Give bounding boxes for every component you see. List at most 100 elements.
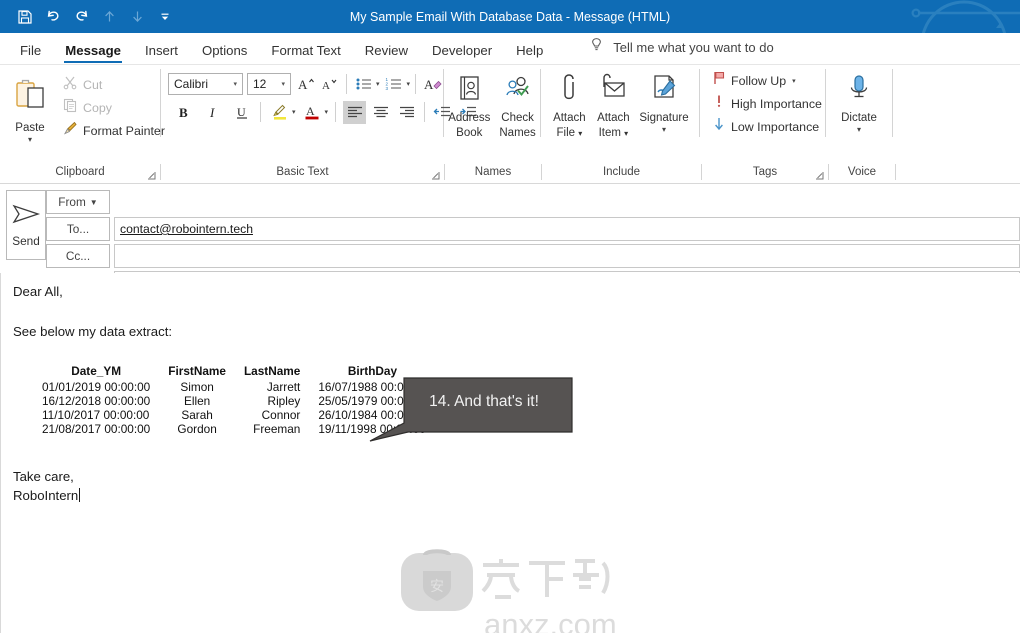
tab-format-text[interactable]: Format Text <box>259 44 352 64</box>
basic-text-dialog-launcher-icon[interactable] <box>431 171 440 180</box>
chevron-down-icon[interactable]: ▾ <box>292 108 296 116</box>
align-right-icon[interactable] <box>395 101 418 124</box>
undo-icon[interactable] <box>39 4 67 30</box>
check-names-button[interactable]: Check Names <box>495 70 539 139</box>
bullets-icon[interactable] <box>352 72 375 95</box>
tab-message[interactable]: Message <box>53 44 133 64</box>
chevron-down-icon: ▾ <box>281 80 285 88</box>
tab-help[interactable]: Help <box>504 44 555 64</box>
bold-icon[interactable]: B <box>172 101 195 124</box>
tags-dialog-launcher-icon[interactable] <box>815 171 824 180</box>
up-arrow-icon[interactable] <box>95 4 123 30</box>
high-importance-label: High Importance <box>731 96 822 111</box>
svg-text:A: A <box>322 80 330 92</box>
clipboard-dialog-launcher-icon[interactable] <box>147 171 156 180</box>
dictate-button[interactable]: Dictate ▾ <box>837 70 881 134</box>
signature-icon <box>648 73 680 110</box>
copy-button[interactable]: Copy <box>58 96 169 119</box>
send-button[interactable]: Send <box>6 190 46 260</box>
font-name-select[interactable]: Calibri ▾ <box>168 72 243 95</box>
to-input[interactable]: contact@robointern.tech <box>114 217 1020 241</box>
to-row: To... contact@robointern.tech <box>46 217 1020 241</box>
cut-label: Cut <box>83 77 103 92</box>
flag-icon <box>712 70 726 91</box>
check-names-label-line2: Names <box>499 126 536 139</box>
site-watermark: 安 anxz.com <box>399 549 621 633</box>
svg-text:A: A <box>298 77 308 92</box>
attach-file-label-line1: Attach <box>553 112 586 124</box>
paperclip-icon <box>554 73 584 110</box>
tell-me-search[interactable]: Tell me what you want to do <box>589 37 774 64</box>
divider <box>335 102 337 122</box>
align-center-icon[interactable] <box>369 101 392 124</box>
group-label-tags: Tags <box>702 161 828 183</box>
grow-font-icon[interactable]: A <box>295 72 318 95</box>
font-color-icon[interactable]: A <box>301 101 324 124</box>
ribbon-group-clipboard: Paste ▾ Cut Copy Format Painter <box>0 65 165 159</box>
svg-text:安: 安 <box>430 579 444 595</box>
attach-item-button[interactable]: Attach Item ▾ <box>591 70 635 139</box>
lightbulb-icon <box>589 37 604 58</box>
chevron-down-icon[interactable]: ▾ <box>407 80 411 88</box>
tab-developer[interactable]: Developer <box>420 44 504 64</box>
clear-formatting-icon[interactable]: A <box>421 72 444 95</box>
chevron-down-icon[interactable]: ▾ <box>376 80 380 88</box>
copy-label: Copy <box>83 100 112 115</box>
cut-button[interactable]: Cut <box>58 73 169 96</box>
column-header-date-ym: Date_YM <box>71 364 122 379</box>
redo-icon[interactable] <box>67 4 95 30</box>
titlebar-decoration <box>900 0 1020 33</box>
chevron-down-icon[interactable]: ▾ <box>792 77 796 85</box>
chevron-down-icon[interactable]: ▾ <box>857 125 861 134</box>
attach-file-button[interactable]: Attach File ▾ <box>547 70 591 139</box>
high-importance-button[interactable]: High Importance <box>708 92 826 115</box>
tab-insert[interactable]: Insert <box>133 44 190 64</box>
text-highlight-icon[interactable] <box>268 101 291 124</box>
address-book-button[interactable]: Address Book <box>444 70 494 139</box>
chevron-down-icon[interactable]: ▾ <box>662 125 666 134</box>
scissors-icon <box>62 74 78 95</box>
font-size-value: 12 <box>253 76 267 91</box>
italic-icon[interactable]: I <box>201 101 224 124</box>
closing-line-2: RoboIntern <box>13 488 81 504</box>
follow-up-label: Follow Up <box>731 73 787 88</box>
save-icon[interactable] <box>11 4 39 30</box>
cc-button[interactable]: Cc... <box>46 244 110 268</box>
customize-qat-icon[interactable] <box>151 4 179 30</box>
from-button[interactable]: From ▼ <box>46 190 110 214</box>
shrink-font-icon[interactable]: A <box>318 72 341 95</box>
to-button[interactable]: To... <box>46 217 110 241</box>
message-body-area[interactable]: 安 anxz.com Dear All, See below my data e… <box>0 273 1020 633</box>
down-arrow-icon[interactable] <box>123 4 151 30</box>
numbering-icon[interactable]: 123 <box>383 72 406 95</box>
paste-button[interactable]: Paste ▾ <box>8 72 52 144</box>
chevron-down-icon: ▾ <box>233 80 237 88</box>
chevron-down-icon[interactable]: ▾ <box>28 135 32 144</box>
font-size-select[interactable]: 12 ▾ <box>247 72 291 95</box>
format-painter-button[interactable]: Format Painter <box>58 119 169 142</box>
intro-line: See below my data extract: <box>13 324 173 340</box>
font-name-value: Calibri <box>174 76 209 91</box>
cc-input[interactable] <box>114 244 1020 268</box>
svg-text:I: I <box>209 105 215 120</box>
align-left-icon[interactable] <box>343 100 367 124</box>
underline-icon[interactable]: U <box>230 101 253 124</box>
chevron-down-icon[interactable]: ▾ <box>325 108 329 116</box>
instruction-callout: 14. And that's it! <box>368 377 574 444</box>
signature-label: Signature <box>639 112 689 124</box>
format-painter-label: Format Painter <box>83 123 165 138</box>
address-book-label-line1: Address <box>448 112 491 124</box>
tab-file[interactable]: File <box>8 44 53 64</box>
divider <box>424 102 426 122</box>
address-book-label-line2: Book <box>456 126 483 139</box>
tab-options[interactable]: Options <box>190 44 259 64</box>
column-header-lastname: LastName <box>243 364 301 379</box>
tab-review[interactable]: Review <box>353 44 420 64</box>
check-names-label-line1: Check <box>501 112 534 124</box>
paste-label: Paste <box>15 122 45 134</box>
text-cursor <box>79 488 81 503</box>
low-importance-button[interactable]: Low Importance <box>708 115 823 138</box>
ribbon-group-include: Attach File ▾ Attach Item ▾ Signature ▾ <box>541 65 699 159</box>
signature-button[interactable]: Signature ▾ <box>635 70 692 134</box>
follow-up-button[interactable]: Follow Up ▾ <box>708 69 800 92</box>
